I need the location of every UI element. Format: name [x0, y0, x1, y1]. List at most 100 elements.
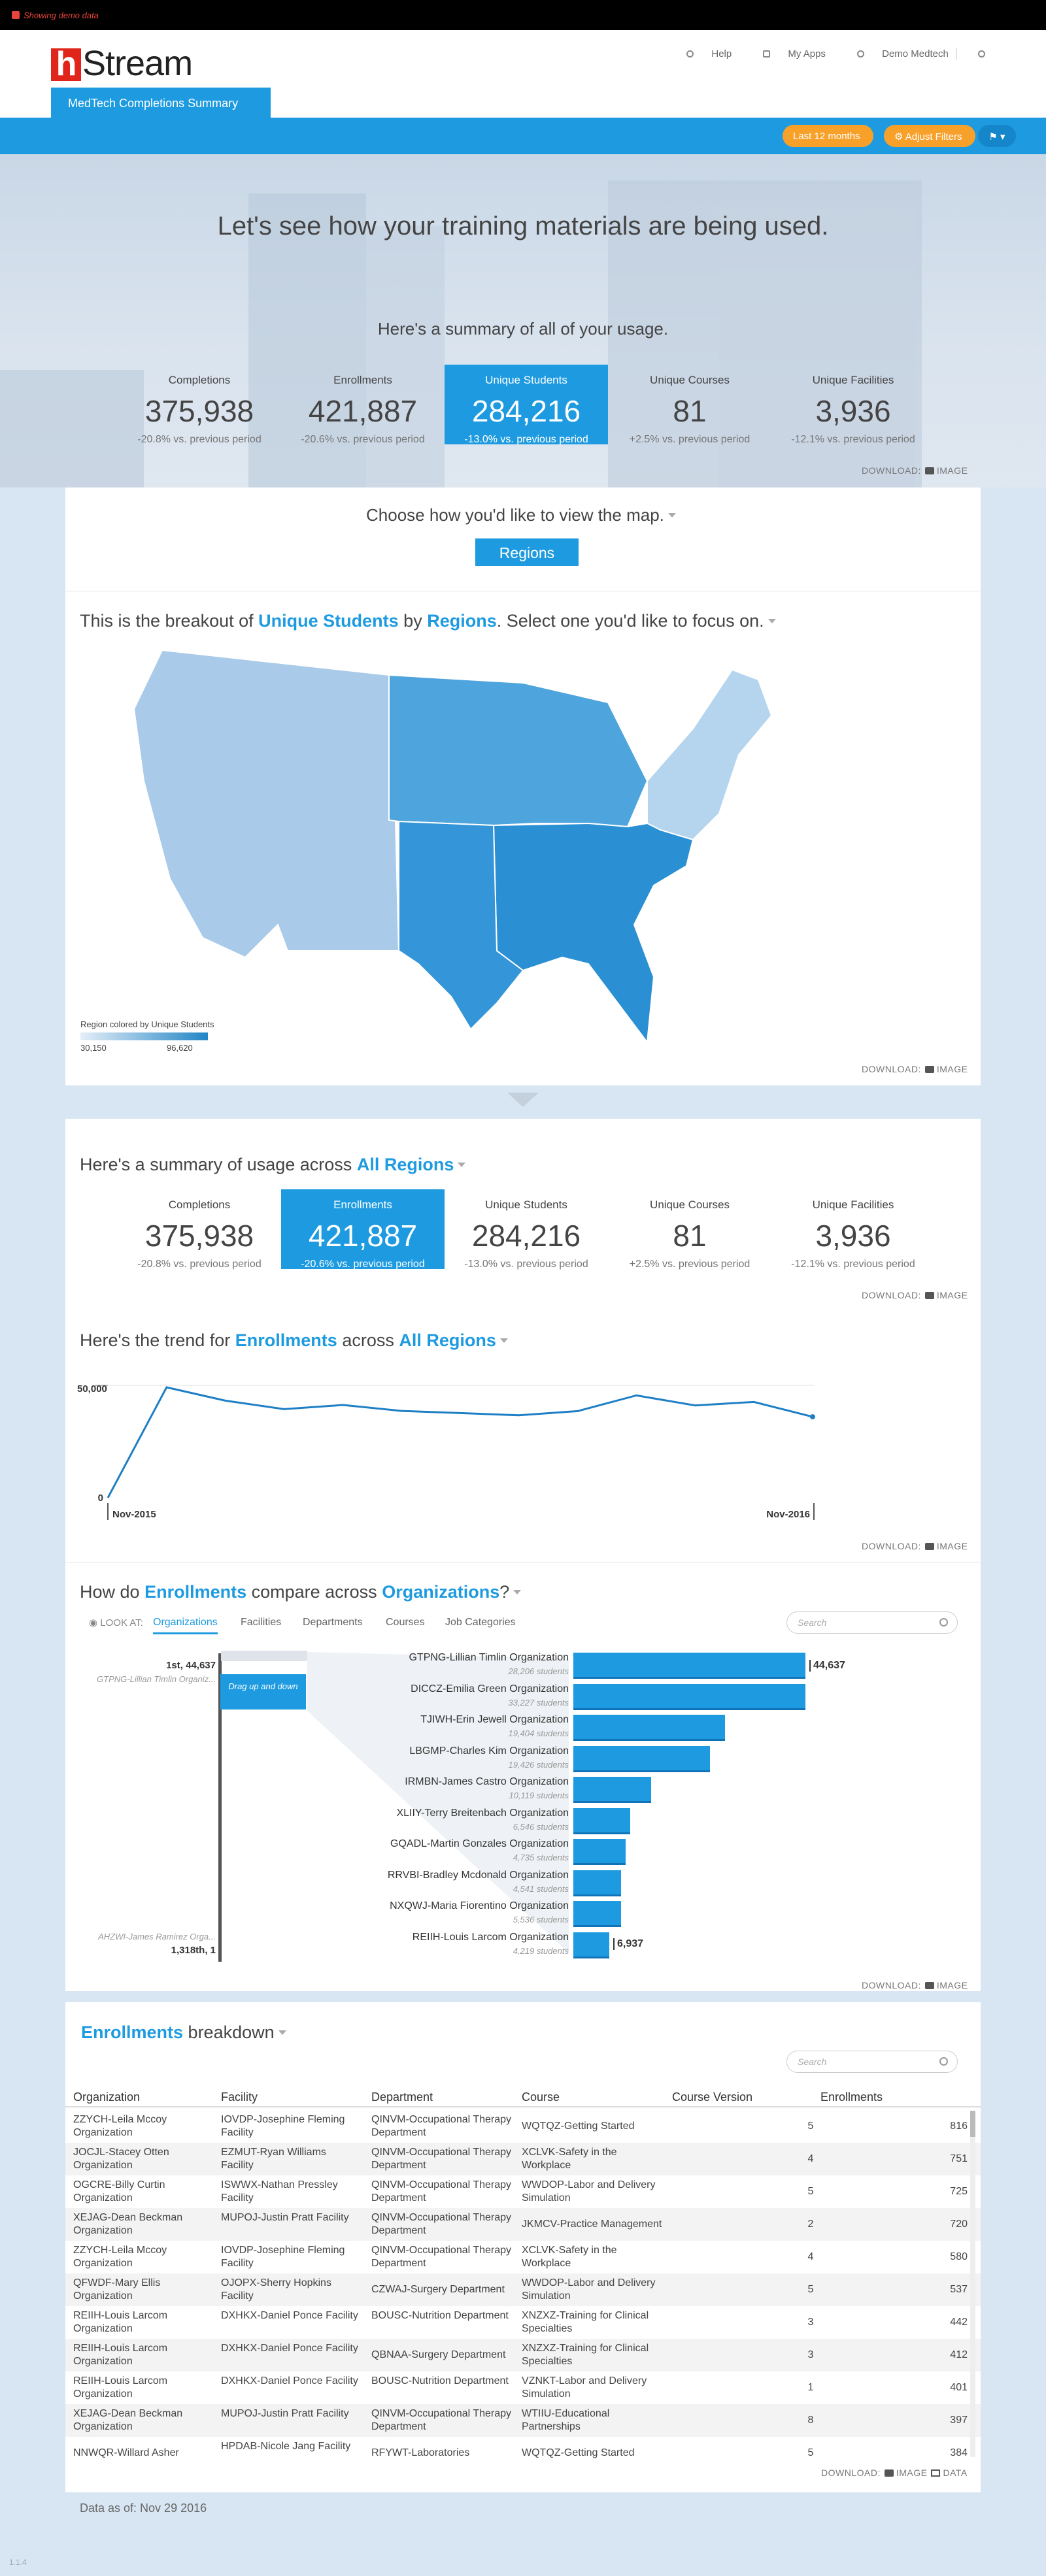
download-image-link[interactable]: IMAGE: [921, 1980, 968, 1990]
download-image-link[interactable]: IMAGE: [921, 1290, 968, 1300]
table-row[interactable]: NNWQR-Willard Asher HPDAB-Nicole Jang Fac…: [65, 2437, 981, 2469]
adjust-filters-button[interactable]: ⚙ Adjust Filters: [884, 125, 975, 147]
table-cell-enrollments: 725: [950, 2186, 968, 2197]
trend-chart[interactable]: 50,000 0 Nov-2015 Nov-2016: [72, 1366, 824, 1536]
download-image-label: IMAGE: [936, 465, 968, 476]
user-menu[interactable]: Demo Medtech: [843, 48, 949, 59]
my-apps-link[interactable]: My Apps: [749, 48, 826, 59]
breakdown-search-input[interactable]: Search: [786, 2051, 958, 2073]
compare-dimension[interactable]: Organizations: [382, 1582, 499, 1602]
top-links: Help My Apps Demo Medtech: [658, 48, 988, 59]
stat-unique-courses[interactable]: Unique Courses 81 +2.5% vs. previous perio…: [608, 365, 771, 445]
bar-mark[interactable]: [573, 1932, 609, 1958]
scroller-drag-handle[interactable]: Drag up and down: [220, 1674, 306, 1709]
tab-facilities[interactable]: Facilities: [241, 1617, 281, 1628]
y-tick-label: 50,000: [77, 1383, 107, 1395]
breakdown-metric[interactable]: Enrollments: [81, 2023, 183, 2042]
trend-target[interactable]: All Regions: [399, 1330, 496, 1350]
bar-mark[interactable]: [573, 1870, 621, 1896]
stat-enrollments[interactable]: Enrollments 421,887 -20.6% vs. previous pe…: [281, 365, 445, 445]
table-cell-facility: MUPOJ-Justin Pratt Facility: [221, 2212, 349, 2223]
bar-students-label: 5,536 students: [513, 1915, 569, 1924]
bar-mark[interactable]: [573, 1808, 630, 1834]
series-line[interactable]: [107, 1386, 813, 1498]
logo[interactable]: h Stream: [51, 43, 193, 83]
bar-mark[interactable]: [573, 1715, 725, 1741]
bar-mark[interactable]: [573, 1777, 651, 1803]
download-image-link[interactable]: IMAGE: [921, 1064, 968, 1074]
help-link[interactable]: Help: [672, 48, 732, 59]
trend-metric[interactable]: Enrollments: [235, 1330, 337, 1350]
bar-mark[interactable]: [573, 1683, 805, 1710]
compare-search-input[interactable]: Search: [786, 1611, 958, 1634]
bookmark-button[interactable]: ⚑ ▾: [978, 125, 1016, 147]
stat-unique-facilities[interactable]: Unique Facilities 3,936 -12.1% vs. previou…: [771, 1189, 935, 1270]
date-range-button[interactable]: Last 12 months: [783, 125, 873, 147]
stat-label: Completions: [168, 1198, 231, 1211]
bar-category-label: LBGMP-Charles Kim Organization: [409, 1745, 569, 1757]
chevron-down-icon[interactable]: [278, 2030, 286, 2035]
col-department[interactable]: Department: [371, 2090, 433, 2104]
region-northeast: [647, 669, 773, 841]
stat-change: -13.0% vs. previous period: [464, 434, 588, 445]
chevron-down-icon[interactable]: [513, 1590, 522, 1594]
download-image-link[interactable]: IMAGE: [921, 465, 968, 476]
table-row[interactable]: REIIH-Louis Larcom Organization DXHKX-Dan…: [65, 2339, 981, 2371]
stat-label: Unique Students: [485, 374, 567, 386]
stat-unique-students[interactable]: Unique Students 284,216 -13.0% vs. previou…: [445, 365, 608, 445]
table-scrollbar[interactable]: [970, 2111, 975, 2457]
bar-students-label: 19,404 students: [508, 1728, 569, 1738]
download-image-link[interactable]: IMAGE: [881, 2468, 928, 2478]
tab-departments[interactable]: Departments: [303, 1617, 363, 1628]
tab-organizations[interactable]: Organizations: [153, 1617, 218, 1634]
regions-button[interactable]: Regions: [475, 538, 579, 566]
chevron-down-icon[interactable]: [458, 1163, 466, 1167]
table-row[interactable]: XEJAG-Dean Beckman Organization MUPOJ-Jus…: [65, 2404, 981, 2437]
breakout-dimension[interactable]: Regions: [427, 611, 497, 631]
map-view-prompt: Choose how you'd like to view the map.: [366, 505, 676, 525]
table-row[interactable]: JOCJL-Stacey Otten Organization EZMUT-Rya…: [65, 2143, 981, 2175]
table-row[interactable]: OGCRE-Billy Curtin Organization ISWWX-Nat…: [65, 2175, 981, 2208]
col-organization[interactable]: Organization: [73, 2090, 140, 2104]
region-summary-target[interactable]: All Regions: [357, 1155, 454, 1174]
table-cell-course-version: 4: [807, 2251, 814, 2262]
tab-courses[interactable]: Courses: [386, 1617, 425, 1628]
bar-mark[interactable]: [573, 1901, 621, 1927]
table-row[interactable]: XEJAG-Dean Beckman Organization MUPOJ-Jus…: [65, 2208, 981, 2241]
col-facility[interactable]: Facility: [221, 2090, 258, 2104]
download-data-label: DATA: [943, 2468, 968, 2478]
stat-unique-students[interactable]: Unique Students 284,216 -13.0% vs. previou…: [445, 1189, 608, 1270]
stat-completions[interactable]: Completions 375,938 -20.8% vs. previous pe…: [118, 365, 281, 445]
col-enrollments[interactable]: Enrollments: [820, 2090, 883, 2104]
stat-enrollments[interactable]: Enrollments 421,887 -20.6% vs. previous pe…: [281, 1189, 445, 1270]
us-region-map[interactable]: [131, 650, 785, 1042]
chevron-down-icon[interactable]: [768, 619, 776, 623]
table-row[interactable]: ZZYCH-Leila Mccoy Organization IOVDP-Jose…: [65, 2110, 981, 2143]
table-row[interactable]: REIIH-Louis Larcom Organization DXHKX-Dan…: [65, 2306, 981, 2339]
data-point[interactable]: [810, 1414, 815, 1420]
download-image-link[interactable]: IMAGE: [921, 1541, 968, 1551]
stat-unique-facilities[interactable]: Unique Facilities 3,936 -12.1% vs. previou…: [771, 365, 935, 445]
power-button[interactable]: [956, 48, 988, 59]
tab-job-categories[interactable]: Job Categories: [445, 1617, 516, 1628]
compare-metric[interactable]: Enrollments: [144, 1582, 246, 1602]
stat-change: -20.6% vs. previous period: [301, 434, 425, 445]
bar-mark[interactable]: [573, 1653, 805, 1679]
table-cell-enrollments: 720: [950, 2219, 968, 2230]
col-course[interactable]: Course: [522, 2090, 560, 2104]
table-scrollbar-thumb[interactable]: [970, 2111, 975, 2137]
breakout-metric[interactable]: Unique Students: [258, 611, 399, 631]
table-row[interactable]: QFWDF-Mary Ellis Organization OJOPX-Sherr…: [65, 2273, 981, 2306]
download-data-link[interactable]: DATA: [927, 2468, 967, 2478]
table-row[interactable]: ZZYCH-Leila Mccoy Organization IOVDP-Jose…: [65, 2241, 981, 2273]
bar-mark[interactable]: [573, 1839, 626, 1865]
stat-value: 3,936: [815, 1219, 891, 1253]
bar-mark[interactable]: [573, 1745, 710, 1772]
stat-unique-courses[interactable]: Unique Courses 81 +2.5% vs. previous perio…: [608, 1189, 771, 1270]
table-row[interactable]: REIIH-Louis Larcom Organization DXHKX-Dan…: [65, 2371, 981, 2404]
stat-completions[interactable]: Completions 375,938 -20.8% vs. previous pe…: [118, 1189, 281, 1270]
chevron-down-icon[interactable]: [499, 1338, 508, 1343]
col-course-version[interactable]: Course Version: [672, 2090, 752, 2104]
stat-change: -13.0% vs. previous period: [464, 1259, 588, 1270]
tab-medtech-summary[interactable]: MedTech Completions Summary: [51, 88, 271, 118]
